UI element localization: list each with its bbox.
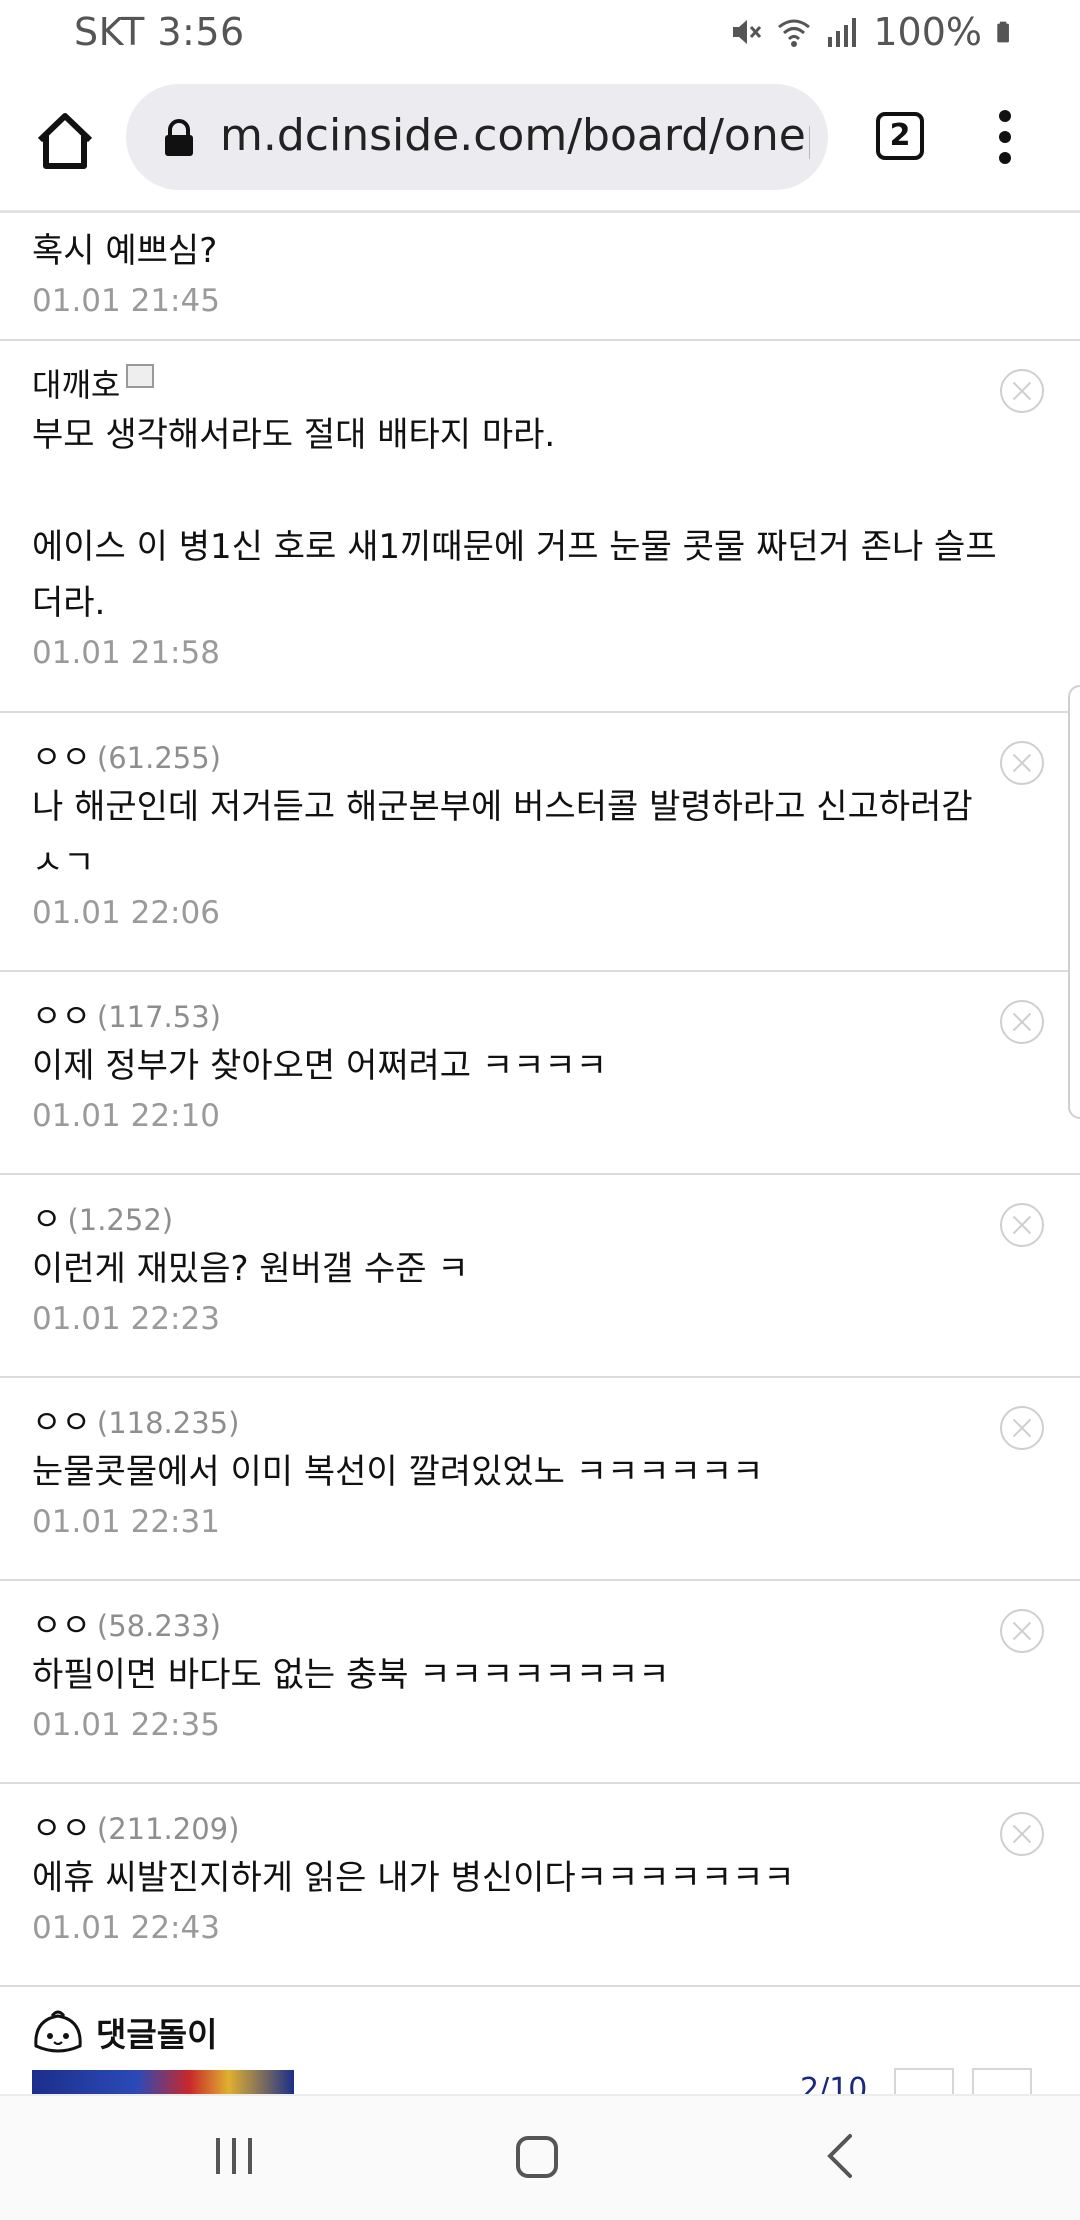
tab-switcher-button[interactable]: 2 bbox=[876, 112, 924, 160]
close-circle-icon[interactable] bbox=[1000, 741, 1044, 785]
comment-item: ㅇㅇ (211.209) 에휴 씨발진지하게 읽은 내가 병신이다ㅋㅋㅋㅋㅋㅋㅋ … bbox=[0, 1784, 1080, 1987]
comment-author: ㅇㅇ (117.53) bbox=[32, 994, 1000, 1038]
comment-ip: (61.255) bbox=[96, 741, 221, 775]
comment-nickname[interactable]: ㅇㅇ bbox=[32, 1606, 91, 1644]
fixed-nick-icon bbox=[126, 364, 155, 388]
back-icon[interactable] bbox=[822, 2132, 856, 2180]
comment-body: 에휴 씨발진지하게 읽은 내가 병신이다ㅋㅋㅋㅋㅋㅋㅋ bbox=[32, 1858, 795, 1898]
comment-ip: (58.233) bbox=[96, 1609, 221, 1643]
comment-ip: (118.235) bbox=[96, 1406, 240, 1440]
home-icon[interactable] bbox=[30, 106, 100, 176]
comment-item: ㅇㅇ (118.235) 눈물콧물에서 이미 복선이 깔려있었노 ㅋㅋㅋㅋㅋㅋ 0… bbox=[0, 1378, 1080, 1581]
url-bar[interactable]: m.dcinside.com/board/onep bbox=[126, 84, 828, 190]
comment-date: 01.01 22:35 bbox=[32, 1707, 220, 1743]
browser-toolbar: m.dcinside.com/board/onep 2 bbox=[0, 66, 1080, 213]
comment-item: ㅇㅇ (58.233) 하필이면 바다도 없는 충북 ㅋㅋㅋㅋㅋㅋㅋㅋ 01.01… bbox=[0, 1581, 1080, 1784]
comment-date: 01.01 22:31 bbox=[32, 1504, 220, 1540]
comment-nickname[interactable]: ㅇㅇ bbox=[32, 997, 91, 1035]
comment-item: ㅇㅇ (117.53) 이제 정부가 찾아오면 어쩌려고 ㅋㅋㅋㅋ 01.01 2… bbox=[0, 972, 1080, 1175]
comment-body: 나 해군인데 저거듣고 해군본부에 버스터콜 발령하라고 신고하러감ㅅㄱ bbox=[32, 787, 973, 883]
comment-item: 대깨호 부모 생각해서라도 절대 배타지 마라. 에이스 이 병1신 호로 새1… bbox=[0, 341, 1080, 713]
comment-ip: (211.209) bbox=[96, 1812, 240, 1846]
close-circle-icon[interactable] bbox=[1000, 1406, 1044, 1450]
recent-apps-icon[interactable] bbox=[212, 2136, 258, 2176]
comment-date: 01.01 22:43 bbox=[32, 1910, 220, 1946]
comment-author: ㅇㅇ (118.235) bbox=[32, 1400, 1000, 1444]
url-text[interactable]: m.dcinside.com/board/onep bbox=[220, 110, 810, 161]
comment-body: 부모 생각해서라도 절대 배타지 마라. 에이스 이 병1신 호로 새1끼때문에… bbox=[32, 415, 997, 623]
system-nav-bar bbox=[0, 2094, 1080, 2220]
comment-nickname[interactable]: 대깨호 bbox=[32, 366, 120, 404]
battery-percent: 100% bbox=[873, 10, 982, 54]
battery-icon bbox=[997, 21, 1009, 43]
wifi-icon bbox=[778, 19, 811, 47]
close-circle-icon[interactable] bbox=[1000, 1609, 1044, 1653]
comment-date: 01.01 22:23 bbox=[32, 1301, 220, 1337]
status-icons: 100% bbox=[729, 10, 1018, 54]
close-circle-icon[interactable] bbox=[1000, 1812, 1044, 1856]
comment-body: 하필이면 바다도 없는 충북 ㅋㅋㅋㅋㅋㅋㅋㅋ bbox=[32, 1655, 670, 1695]
comment-list: 혹시 예쁘심? 01.01 21:45 대깨호 부모 생각해서라도 절대 배타지… bbox=[0, 213, 1080, 1987]
comment-ip: (1.252) bbox=[67, 1203, 174, 1237]
comment-nickname[interactable]: ㅇㅇ bbox=[32, 738, 91, 776]
comment-item: ㅇ (1.252) 이런게 재밌음? 원버갤 수준 ㅋ 01.01 22:23 bbox=[0, 1175, 1080, 1378]
bot-mascot-icon bbox=[34, 2010, 82, 2053]
comment-body: 눈물콧물에서 이미 복선이 깔려있었노 ㅋㅋㅋㅋㅋㅋ bbox=[32, 1452, 764, 1492]
mute-icon bbox=[733, 20, 762, 44]
comment-item: 혹시 예쁘심? 01.01 21:45 bbox=[0, 213, 1080, 341]
comment-author: 대깨호 bbox=[32, 363, 1000, 407]
comment-author: ㅇ (1.252) bbox=[32, 1197, 1000, 1241]
comment-nickname[interactable]: ㅇㅇ bbox=[32, 1403, 91, 1441]
close-circle-icon[interactable] bbox=[1000, 1203, 1044, 1247]
comment-body: 이런게 재밌음? 원버갤 수준 ㅋ bbox=[32, 1249, 469, 1289]
comment-item: ㅇㅇ (61.255) 나 해군인데 저거듣고 해군본부에 버스터콜 발령하라고 … bbox=[0, 713, 1080, 972]
comment-ip: (117.53) bbox=[96, 1000, 221, 1034]
comment-date: 01.01 22:10 bbox=[32, 1098, 220, 1134]
lock-icon bbox=[165, 119, 193, 156]
comment-nickname[interactable]: ㅇㅇ bbox=[32, 1809, 91, 1847]
comment-body: 이제 정부가 찾아오면 어쩌려고 ㅋㅋㅋㅋ bbox=[32, 1046, 607, 1086]
comment-date: 01.01 21:58 bbox=[32, 635, 220, 671]
comment-date: 01.01 22:06 bbox=[32, 895, 220, 931]
scroll-handle[interactable] bbox=[1068, 685, 1080, 1119]
signal-icon bbox=[828, 18, 857, 47]
close-circle-icon[interactable] bbox=[1000, 1000, 1044, 1044]
comment-bot-section: 댓글돌이 2/10 bbox=[0, 1988, 1080, 2110]
close-circle-icon[interactable] bbox=[1000, 369, 1044, 413]
status-bar: SKT 3:56 100% bbox=[0, 0, 1080, 66]
comment-author: ㅇㅇ (58.233) bbox=[32, 1603, 1000, 1647]
comment-author: ㅇㅇ (211.209) bbox=[32, 1806, 1000, 1850]
screen: SKT 3:56 100% m.dcinside.com/board/onep … bbox=[0, 0, 1080, 2220]
more-vert-icon[interactable] bbox=[990, 110, 1020, 170]
status-time: SKT 3:56 bbox=[74, 10, 245, 54]
comment-body: 혹시 예쁘심? bbox=[32, 231, 218, 271]
nav-home-icon[interactable] bbox=[516, 2136, 558, 2178]
comment-date: 01.01 21:45 bbox=[32, 283, 220, 319]
comment-nickname[interactable]: ㅇ bbox=[32, 1200, 61, 1238]
comment-author: ㅇㅇ (61.255) bbox=[32, 735, 1000, 779]
bot-title: 댓글돌이 bbox=[96, 2015, 218, 2054]
